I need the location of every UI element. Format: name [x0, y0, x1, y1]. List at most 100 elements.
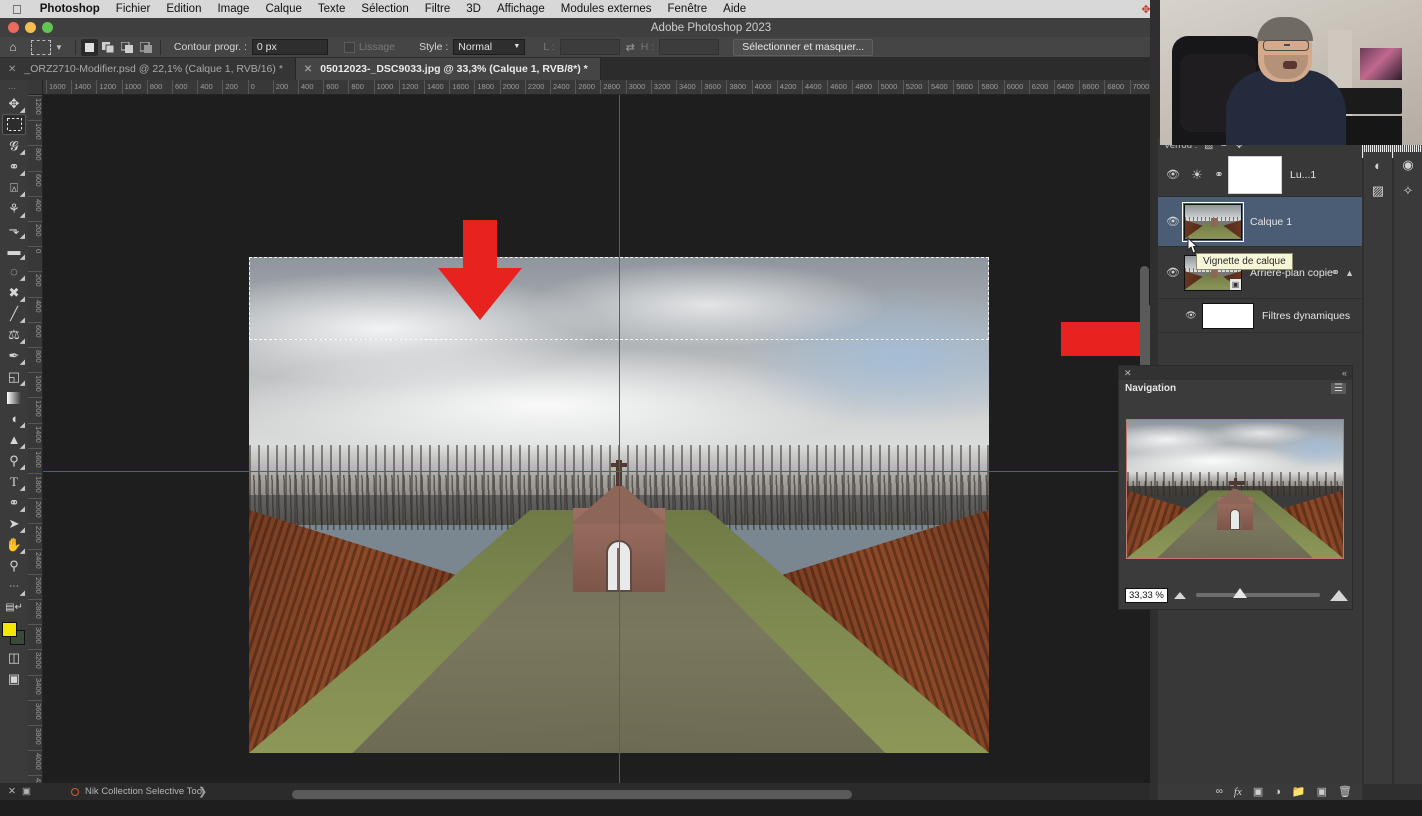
antialias-checkbox[interactable] — [343, 41, 355, 53]
menu-item-texte[interactable]: Texte — [310, 3, 354, 15]
layer-visibility-icon[interactable]: 👁 — [1180, 310, 1202, 321]
zoom-in-icon[interactable] — [1330, 589, 1348, 601]
add-to-selection-button[interactable] — [100, 39, 117, 56]
hand-tool[interactable]: ✋ ◢ — [2, 534, 26, 556]
dodge-tool[interactable]: ▲ ◢ — [2, 429, 26, 450]
minimize-icon[interactable]: ▣ — [22, 786, 31, 797]
width-input[interactable] — [559, 39, 620, 55]
crop-tool[interactable]: ⍓ ◢ — [2, 177, 26, 199]
delete-layer-icon[interactable]: 🗑 — [1338, 785, 1352, 798]
close-icon[interactable]: ✕ — [304, 64, 312, 75]
menu-item-modules-externes[interactable]: Modules externes — [553, 3, 660, 15]
shuffle-tool[interactable]: ✖ ◢ — [2, 282, 26, 304]
menu-item-calque[interactable]: Calque — [257, 3, 309, 15]
edit-toolbar-tool[interactable]: ⋯ ◢ — [2, 576, 26, 597]
eraser-tool[interactable]: ◱ ◢ — [2, 366, 26, 388]
menu-item-fenetre[interactable]: Fenêtre — [660, 3, 716, 15]
pen-tool[interactable]: ⚲ ◢ — [2, 450, 26, 472]
close-icon[interactable]: ✕ — [8, 64, 16, 75]
panel-grip-icon[interactable]: ⋯ — [8, 84, 20, 93]
new-group-icon[interactable]: 📁 — [1292, 785, 1306, 798]
history-brush-tool[interactable]: ✒ ◢ — [2, 345, 26, 367]
subtract-from-selection-button[interactable] — [119, 39, 136, 56]
document-tab-1[interactable]: ✕ _ORZ2710-Modifier.psd @ 22,1% (Calque … — [0, 58, 296, 80]
selection-marquee[interactable] — [249, 257, 989, 340]
zoom-tool[interactable]: ⚲ — [2, 555, 26, 576]
object-selection-tool[interactable]: ⚭ ◢ — [2, 156, 26, 178]
feather-input[interactable]: 0 px — [251, 39, 328, 55]
new-layer-icon[interactable]: ▣ — [1317, 785, 1327, 798]
swap-dimensions-icon[interactable]: ⇄ — [626, 41, 635, 54]
menu-item-affichage[interactable]: Affichage — [489, 3, 553, 15]
blur-tool[interactable]: ◖ ◢ — [2, 408, 26, 429]
menu-item-photoshop[interactable]: Photoshop — [32, 3, 108, 15]
menu-item-aide[interactable]: Aide — [715, 3, 754, 15]
type-tool[interactable]: T ◢ — [2, 471, 26, 493]
zoom-slider-thumb[interactable] — [1233, 588, 1248, 598]
layer-visibility-icon[interactable]: 👁 — [1162, 168, 1184, 181]
color-swatches[interactable] — [1, 621, 27, 647]
panel-menu-icon[interactable]: ☰ — [1331, 382, 1346, 394]
rectangular-marquee-icon[interactable] — [31, 39, 51, 55]
layer-visibility-icon[interactable]: 👁 — [1162, 266, 1184, 279]
apple-logo-icon[interactable]:  — [12, 3, 22, 16]
navigation-panel-tab[interactable]: Navigation ☰ — [1119, 380, 1352, 396]
clone-stamp-tool[interactable]: ⚖ ◢ — [2, 324, 26, 346]
collapse-panel-icon[interactable]: « — [1342, 368, 1347, 378]
canvas-horizontal-scrollbar[interactable] — [292, 790, 1142, 799]
eyedropper-tool[interactable]: ⚘ ◢ — [2, 198, 26, 220]
swap-colors-icon[interactable]: ▤↵ — [2, 597, 26, 618]
link-mask-icon[interactable]: ⚭ — [1210, 168, 1228, 181]
frame-tool[interactable]: ◌ ◢ — [2, 261, 26, 282]
new-selection-button[interactable] — [80, 38, 98, 56]
libraries-icon[interactable]: ▨ — [1364, 178, 1392, 204]
patch-tool[interactable]: ▬ ◢ — [2, 240, 26, 261]
new-adjustment-layer-icon[interactable]: ◑ — [1274, 786, 1281, 798]
brightness-icon[interactable]: ☀ — [1184, 167, 1210, 183]
layer-style-fx-icon[interactable]: fx — [1234, 786, 1242, 798]
zoom-out-icon[interactable] — [1173, 591, 1186, 599]
direct-selection-tool[interactable]: ➤ ◢ — [2, 513, 26, 535]
menu-item-fichier[interactable]: Fichier — [108, 3, 159, 15]
selection-mode-group[interactable] — [80, 38, 155, 56]
move-tool[interactable]: ✥ ◢ — [2, 93, 26, 115]
height-input[interactable] — [659, 39, 720, 55]
document-tab-2[interactable]: ✕ 05012023-_DSC9033.jpg @ 33,3% (Calque … — [295, 58, 601, 80]
link-layers-icon[interactable]: ∞ — [1216, 786, 1223, 797]
collapse-chevron-icon[interactable]: ▲ — [1345, 268, 1354, 278]
layer-thumbnail[interactable] — [1182, 201, 1244, 242]
layer-visibility-icon[interactable]: 👁 — [1162, 215, 1184, 228]
home-icon[interactable]: ⌂ — [0, 40, 26, 54]
path-selection-tool[interactable]: ⚭ ◢ — [2, 492, 26, 514]
layer-row-luminosity[interactable]: 👁 ☀ ⚭ Lu...1 — [1158, 153, 1362, 197]
select-and-mask-button[interactable]: Sélectionner et masquer... — [733, 38, 874, 56]
color-wheel-icon[interactable]: ◉ — [1394, 152, 1422, 178]
horizontal-ruler[interactable]: 1600 1400 1200 1000 800 600 400 200 0 200 400 600 80… — [43, 80, 1150, 95]
close-icon[interactable]: ✕ — [1124, 368, 1132, 379]
menu-item-filtre[interactable]: Filtre — [417, 3, 459, 15]
add-layer-mask-icon[interactable]: ▣ — [1253, 785, 1263, 798]
zoom-level-input[interactable]: 33,33 % — [1125, 587, 1168, 603]
gradient-tool[interactable] — [2, 387, 26, 408]
menu-item-selection[interactable]: Sélection — [353, 3, 416, 15]
lasso-tool[interactable]: 𝓖 ◢ — [2, 135, 26, 157]
screen-mode-tool[interactable]: ▣ — [2, 668, 26, 689]
layer-mask-thumbnail[interactable] — [1228, 155, 1282, 194]
chevron-down-icon[interactable]: ▼ — [55, 43, 63, 52]
horizontal-guide[interactable] — [43, 471, 1150, 472]
intersect-selection-button[interactable] — [138, 39, 155, 56]
brush-tool[interactable]: ╱ ◢ — [2, 303, 26, 325]
adjustments-icon[interactable]: ◐ — [1364, 152, 1392, 178]
image-canvas[interactable] — [43, 95, 1150, 783]
close-icon[interactable]: ✕ — [8, 786, 16, 797]
vertical-ruler[interactable]: 1200 1000 800 600 400 200 0 200 400 600 800 1000 120… — [28, 95, 43, 783]
chevron-right-icon[interactable]: ❯ — [198, 785, 207, 798]
menu-item-3d[interactable]: 3D — [458, 3, 489, 15]
paths-icon[interactable]: ✧ — [1394, 178, 1422, 204]
ruler-corner[interactable] — [28, 80, 43, 95]
quick-mask-tool[interactable]: ◫ — [2, 647, 26, 668]
navigation-thumbnail[interactable] — [1126, 419, 1344, 559]
spot-healing-brush-tool[interactable]: ⬎ ◢ — [2, 219, 26, 241]
scrollbar-thumb[interactable] — [292, 790, 852, 799]
menu-item-image[interactable]: Image — [209, 3, 257, 15]
